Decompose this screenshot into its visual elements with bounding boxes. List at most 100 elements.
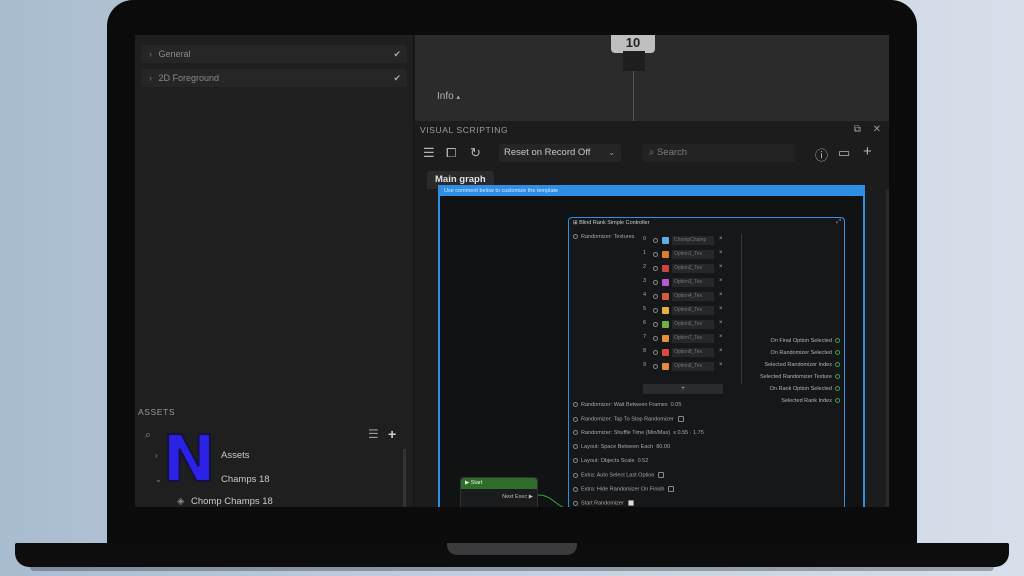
checkbox[interactable]: [668, 486, 675, 492]
check-icon[interactable]: ✔: [393, 45, 401, 63]
filter-icon[interactable]: ☰: [368, 427, 379, 441]
remove-icon[interactable]: ×: [719, 236, 723, 242]
list-item[interactable]: 2 Option2_Tex ×: [643, 264, 729, 274]
dropdown-value: Reset on Record Off: [504, 147, 591, 158]
option-index: 5: [643, 306, 647, 312]
input-port[interactable]: Layout: Objects Scale 0.52: [573, 458, 648, 464]
port-icon: [835, 386, 840, 392]
node-title-text: Blind Rank Simple Controller: [579, 220, 650, 226]
list-item[interactable]: 4 Option4_Tex ×: [643, 292, 729, 302]
search-input[interactable]: ⌕ Search: [643, 144, 795, 162]
option-name[interactable]: Option4_Tex: [672, 292, 714, 301]
option-name[interactable]: Option2_Tex: [672, 264, 714, 273]
list-item[interactable]: 3 Option3_Tex ×: [643, 278, 729, 288]
output-port[interactable]: On Final Option Selected: [771, 338, 840, 344]
controller-node[interactable]: ⊞ Blind Rank Simple Controller ⤢ Randomi…: [568, 217, 845, 507]
info-icon[interactable]: ⓘ: [815, 145, 828, 164]
list-item[interactable]: 8 Option8_Tex ×: [643, 348, 729, 358]
list-item[interactable]: 0 ChompChamp ×: [643, 236, 729, 246]
add-asset-button[interactable]: +: [388, 426, 396, 442]
output-port[interactable]: On Rank Option Selected: [770, 386, 840, 392]
check-icon[interactable]: ✔: [393, 69, 401, 87]
add-option-button[interactable]: +: [643, 384, 723, 394]
scrollbar[interactable]: [403, 449, 406, 507]
input-value[interactable]: x 0.55 · 1.75: [673, 430, 704, 436]
list-item[interactable]: 5 Option5_Tex ×: [643, 306, 729, 316]
input-port[interactable]: Layout: Space Between Each 80.00: [573, 444, 670, 450]
input-value[interactable]: 0.52: [638, 458, 649, 464]
remove-icon[interactable]: ×: [719, 264, 723, 270]
port-icon: [573, 472, 578, 478]
port-icon: [835, 338, 840, 344]
menu-icon[interactable]: ☰: [423, 145, 435, 161]
output-port[interactable]: Selected Rank Index: [781, 398, 840, 404]
checkbox[interactable]: [677, 416, 684, 422]
remove-icon[interactable]: ×: [719, 278, 723, 284]
expand-icon[interactable]: ⤢: [836, 219, 841, 226]
input-port[interactable]: Randomizer: Tap To Stop Randomizer: [573, 416, 684, 422]
list-item[interactable]: 6 Option6_Tex ×: [643, 320, 729, 330]
reset-on-record-dropdown[interactable]: Reset on Record Off ⌄: [499, 144, 621, 162]
option-name[interactable]: ChompChamp: [672, 236, 714, 245]
list-item[interactable]: 7 Option7_Tex ×: [643, 334, 729, 344]
panel-layout-icon[interactable]: ▭: [838, 145, 850, 161]
start-node[interactable]: ▶ Start Next Exec ▶: [460, 477, 538, 507]
remove-icon[interactable]: ×: [719, 320, 723, 326]
close-icon[interactable]: ✕: [873, 124, 881, 135]
list-item[interactable]: 1 Option1_Tex ×: [643, 250, 729, 260]
preview-toggle-icon[interactable]: ⧠: [446, 145, 456, 161]
tree-item-assets[interactable]: Assets: [221, 450, 250, 461]
info-label: Info: [437, 91, 454, 102]
input-value[interactable]: 0.05: [671, 402, 682, 408]
port-icon: [653, 336, 658, 341]
option-name[interactable]: Option1_Tex: [672, 250, 714, 259]
refresh-icon[interactable]: ↻: [470, 145, 481, 161]
output-port[interactable]: Selected Randomizer Texture: [760, 374, 840, 380]
option-name[interactable]: Option7_Tex: [672, 334, 714, 343]
option-name[interactable]: Option9_Tex: [672, 362, 714, 371]
tree-item-chomp-champs[interactable]: Chomp Champs 18: [191, 496, 273, 507]
texture-thumbnail: [662, 265, 669, 272]
port-icon: [653, 252, 658, 257]
input-port[interactable]: Extra: Hide Randomizer On Finish: [573, 486, 675, 493]
add-icon[interactable]: +: [863, 143, 872, 160]
port-label: Selected Rank Index: [781, 398, 832, 404]
option-name[interactable]: Option6_Tex: [672, 320, 714, 329]
remove-icon[interactable]: ×: [719, 348, 723, 354]
graph-canvas[interactable]: Use comment below to customize the templ…: [438, 185, 865, 507]
input-port-textures[interactable]: Randomizer: Textures: [573, 234, 634, 240]
checkbox[interactable]: [627, 500, 634, 506]
remove-icon[interactable]: ×: [719, 334, 723, 340]
input-port[interactable]: Randomizer: Shuffle Time (Min/Max) x 0.5…: [573, 430, 704, 436]
texture-thumbnail: [662, 321, 669, 328]
port-label: Extra: Hide Randomizer On Finish: [581, 486, 665, 493]
input-port[interactable]: Extra: Auto Select Last Option: [573, 472, 665, 478]
chevron-right-icon[interactable]: ›: [155, 451, 158, 460]
remove-icon[interactable]: ×: [719, 250, 723, 256]
section-general[interactable]: › General ✔: [141, 45, 407, 63]
popout-icon[interactable]: ⧉: [854, 124, 861, 135]
tree-item-champs[interactable]: Champs 18: [221, 474, 270, 485]
input-port[interactable]: Randomizer: Wait Between Frames 0.05: [573, 402, 681, 408]
scrollbar[interactable]: [886, 189, 889, 507]
checkbox[interactable]: [658, 472, 665, 478]
option-name[interactable]: Option5_Tex: [672, 306, 714, 315]
output-port[interactable]: Selected Randomizer Index: [764, 362, 840, 368]
search-icon[interactable]: ⌕: [145, 429, 151, 442]
port-label: Randomizer: Textures: [581, 234, 635, 240]
info-dropdown[interactable]: Info ▴: [437, 91, 460, 102]
input-port[interactable]: Start Randomizer: [573, 500, 634, 506]
remove-icon[interactable]: ×: [719, 362, 723, 368]
port-icon: [573, 234, 578, 240]
section-2d-foreground[interactable]: › 2D Foreground ✔: [141, 69, 407, 87]
section-label: 2D Foreground: [158, 73, 220, 83]
option-name[interactable]: Option8_Tex: [672, 348, 714, 357]
list-item[interactable]: 9 Option9_Tex ×: [643, 362, 729, 372]
input-value[interactable]: 80.00: [656, 444, 670, 450]
chevron-right-icon: ›: [149, 73, 152, 83]
remove-icon[interactable]: ×: [719, 306, 723, 312]
output-port-next[interactable]: Next Exec ▶: [502, 494, 533, 500]
output-port[interactable]: On Randomizer Selected: [771, 350, 840, 356]
remove-icon[interactable]: ×: [719, 292, 723, 298]
option-name[interactable]: Option3_Tex: [672, 278, 714, 287]
